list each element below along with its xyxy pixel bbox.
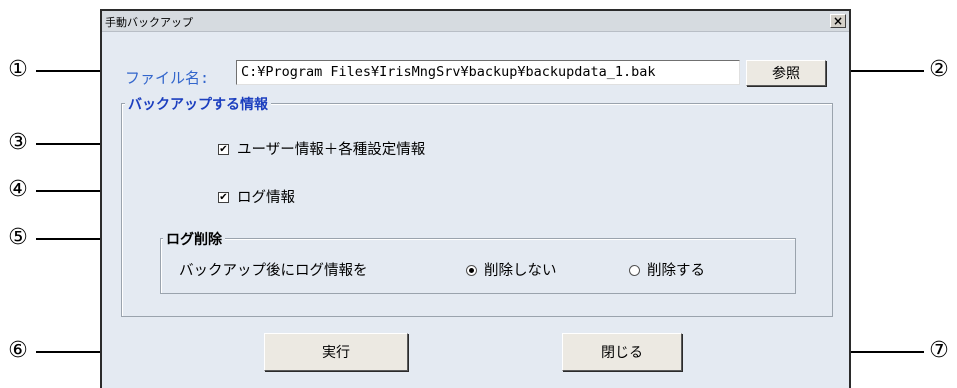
browse-button[interactable]: 参照 [746, 60, 826, 86]
callout-7: ⑦ [929, 338, 949, 363]
callout-3: ③ [8, 130, 28, 155]
close-button[interactable]: 閉じる [562, 333, 682, 371]
user-settings-label: ユーザー情報＋各種設定情報 [237, 142, 426, 158]
run-button[interactable]: 実行 [264, 333, 408, 371]
backup-info-group: バックアップする情報 ✔ ユーザー情報＋各種設定情報 ✔ ログ情報 ログ削除 バ… [121, 94, 833, 317]
callout-6: ⑥ [8, 338, 28, 363]
log-delete-group: ログ削除 バックアップ後にログ情報を 削除しない 削除する [160, 229, 796, 294]
user-settings-checkbox[interactable]: ✔ [218, 144, 229, 155]
file-path-input[interactable]: C:¥Program Files¥IrisMngSrv¥backup¥backu… [236, 60, 740, 85]
backup-info-legend: バックアップする情報 [125, 94, 271, 114]
title-bar: 手動バックアップ × [102, 11, 849, 32]
log-delete-legend: ログ削除 [163, 229, 225, 249]
window-title: 手動バックアップ [105, 16, 193, 29]
log-info-label: ログ情報 [237, 190, 295, 206]
log-info-checkbox[interactable]: ✔ [218, 192, 229, 203]
keep-logs-radio[interactable] [466, 265, 477, 276]
delete-logs-radio[interactable] [629, 265, 640, 276]
close-window-button[interactable]: × [830, 14, 846, 28]
backup-dialog: 手動バックアップ × ファイル名: C:¥Program Files¥IrisM… [100, 9, 851, 388]
callout-1: ① [8, 57, 28, 82]
callout-4: ④ [8, 177, 28, 202]
file-name-label: ファイル名: [125, 69, 210, 87]
callout-2: ② [929, 57, 949, 82]
log-delete-description: バックアップ後にログ情報を [179, 263, 368, 279]
delete-logs-label: 削除する [647, 263, 705, 279]
keep-logs-label: 削除しない [484, 263, 557, 279]
callout-5: ⑤ [8, 225, 28, 250]
